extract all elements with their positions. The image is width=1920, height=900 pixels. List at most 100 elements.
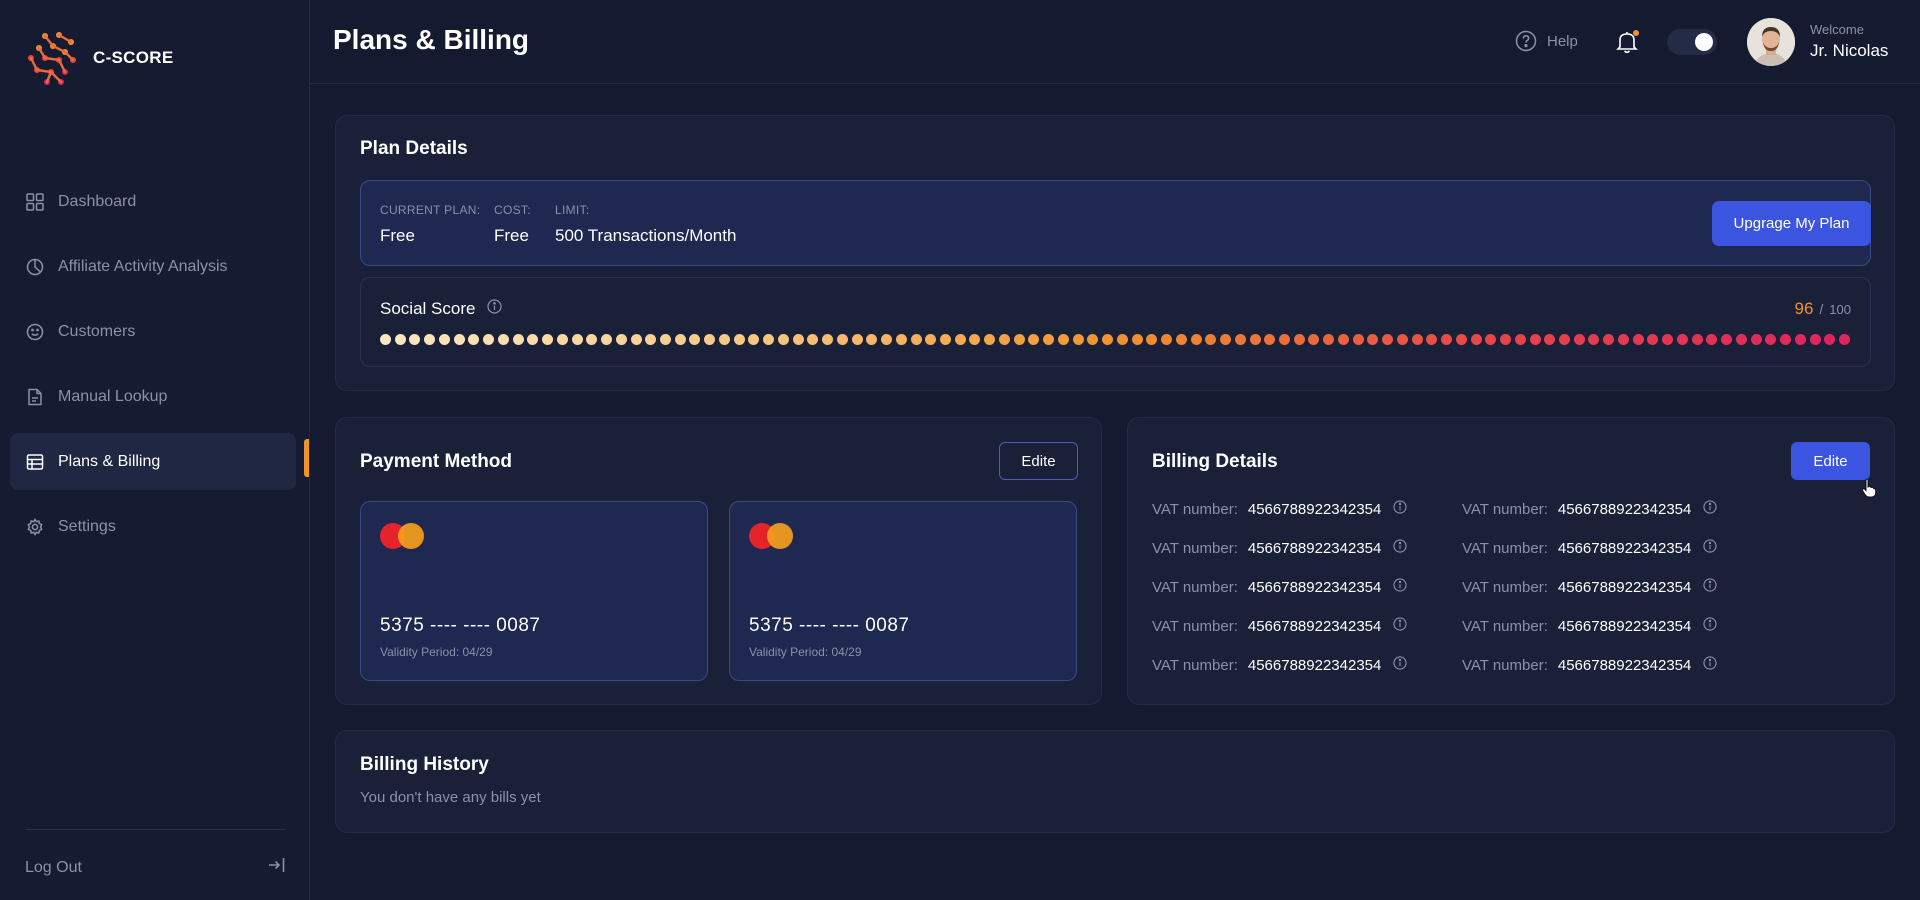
card-number: 5375 ---- ---- 0087: [749, 615, 910, 636]
score-dot: [1691, 334, 1703, 345]
vat-label: VAT number:: [1462, 656, 1548, 674]
cost-info: COST: Free: [494, 203, 531, 246]
current-plan-value: Free: [380, 226, 415, 245]
sidebar-item-label: Dashboard: [58, 192, 137, 210]
score-dot: [1529, 334, 1541, 345]
limit-info: LIMIT: 500 Transactions/Month: [555, 203, 736, 246]
score-dot: [1706, 334, 1718, 345]
score-dot: [1102, 334, 1114, 345]
sidebar-item-label: Affiliate Activity Analysis: [58, 257, 228, 275]
info-icon[interactable]: [1703, 500, 1717, 518]
vat-number-row: VAT number: 4566788922342354: [1462, 500, 1717, 518]
billing-history-empty: You don't have any bills yet: [360, 789, 541, 806]
info-icon[interactable]: [487, 299, 503, 319]
score-dot: [660, 334, 671, 345]
score-dot: [1057, 334, 1069, 345]
info-icon[interactable]: [1703, 617, 1717, 635]
score-dot: [601, 334, 613, 345]
current-plan-box: CURRENT PLAN: Free COST: Free LIMIT: 500…: [360, 180, 1871, 266]
score-dot: [409, 334, 421, 345]
welcome-label: Welcome: [1810, 22, 1864, 37]
brand-logo[interactable]: C-SCORE: [25, 30, 174, 86]
score-dot: [1647, 334, 1659, 345]
score-dot: [1205, 334, 1217, 345]
info-icon[interactable]: [1703, 539, 1717, 557]
score-dot: [512, 334, 524, 345]
info-icon[interactable]: [1393, 617, 1407, 635]
score-dot: [438, 334, 450, 345]
score-dot: [1780, 334, 1792, 345]
theme-toggle[interactable]: [1667, 29, 1717, 55]
info-icon[interactable]: [1703, 656, 1717, 674]
vat-value: 4566788922342354: [1557, 656, 1692, 674]
payment-card[interactable]: 5375 ---- ---- 0087 Validity Period: 04/…: [360, 501, 708, 681]
brand-name: C-SCORE: [93, 48, 174, 67]
score-dot: [1043, 334, 1055, 345]
score-dot: [1220, 334, 1232, 345]
score-dot: [777, 334, 789, 345]
current-plan-label: CURRENT PLAN:: [380, 203, 481, 217]
social-score-readout: 96 / 100: [1794, 299, 1851, 319]
score-dot: [1352, 334, 1364, 345]
score-dot: [556, 334, 568, 345]
mastercard-icon: [749, 523, 793, 549]
logout-button[interactable]: Log Out: [25, 855, 287, 880]
info-icon[interactable]: [1393, 656, 1407, 674]
score-dot: [1514, 334, 1526, 345]
info-icon[interactable]: [1393, 500, 1407, 518]
billing-details-panel: Billing Details Edite VAT number: 4566788…: [1127, 417, 1895, 705]
payment-method-panel: Payment Method Edite 5375 ---- ---- 0087…: [335, 417, 1102, 705]
card-number: 5375 ---- ---- 0087: [380, 615, 541, 636]
upgrade-plan-button[interactable]: Upgrage My Plan: [1712, 201, 1871, 246]
social-score-separator: /: [1819, 301, 1824, 317]
score-dot: [733, 334, 745, 345]
score-dot: [1175, 334, 1187, 345]
score-dot: [925, 334, 937, 345]
sidebar-item-customers[interactable]: Customers: [10, 303, 296, 360]
avatar[interactable]: [1747, 18, 1795, 66]
score-dot: [940, 334, 952, 345]
sidebar-nav: Dashboard Affiliate Activity Analysis Cu…: [10, 173, 296, 563]
edit-billing-button[interactable]: Edite: [1791, 442, 1870, 480]
score-dot: [1500, 334, 1512, 345]
sidebar-item-affiliate-activity-analysis[interactable]: Affiliate Activity Analysis: [10, 238, 296, 295]
score-dot: [1588, 334, 1600, 345]
score-dot: [1072, 334, 1084, 345]
vat-value: 4566788922342354: [1247, 656, 1382, 674]
billing-history-panel: Billing History You don't have any bills…: [335, 730, 1895, 833]
notifications-button[interactable]: [1616, 30, 1640, 54]
score-dot: [424, 334, 436, 345]
info-icon[interactable]: [1703, 578, 1717, 596]
vat-label: VAT number:: [1462, 500, 1548, 518]
logo-icon: [28, 32, 76, 85]
sidebar-item-plans-billing[interactable]: Plans & Billing: [10, 433, 296, 490]
card-validity: Validity Period: 04/29: [749, 645, 862, 659]
vat-label: VAT number:: [1152, 617, 1238, 635]
sidebar: C-SCORE Dashboard Affiliate Activity Ana…: [0, 0, 310, 900]
score-dot: [1323, 334, 1335, 345]
gear-icon: [25, 517, 45, 537]
vat-label: VAT number:: [1462, 578, 1548, 596]
sidebar-item-manual-lookup[interactable]: Manual Lookup: [10, 368, 296, 425]
score-dot: [483, 334, 495, 345]
score-dot: [998, 334, 1010, 345]
score-dot: [674, 334, 686, 345]
score-dot: [763, 334, 775, 345]
score-dot: [453, 334, 465, 345]
payment-card[interactable]: 5375 ---- ---- 0087 Validity Period: 04/…: [729, 501, 1077, 681]
info-icon[interactable]: [1393, 578, 1407, 596]
score-dot: [1441, 334, 1453, 345]
score-dot: [1824, 334, 1836, 345]
sidebar-item-dashboard[interactable]: Dashboard: [10, 173, 296, 230]
logout-icon: [267, 855, 287, 880]
cost-value: Free: [494, 226, 529, 245]
vat-label: VAT number:: [1462, 617, 1548, 635]
edit-payment-button[interactable]: Edite: [999, 442, 1078, 480]
sidebar-item-settings[interactable]: Settings: [10, 498, 296, 555]
score-dot: [1146, 334, 1158, 345]
help-link[interactable]: Help: [1515, 30, 1578, 52]
info-icon[interactable]: [1393, 539, 1407, 557]
vat-value: 4566788922342354: [1557, 578, 1692, 596]
social-score-value: 96: [1794, 299, 1814, 318]
social-score-label: Social Score: [380, 299, 476, 318]
